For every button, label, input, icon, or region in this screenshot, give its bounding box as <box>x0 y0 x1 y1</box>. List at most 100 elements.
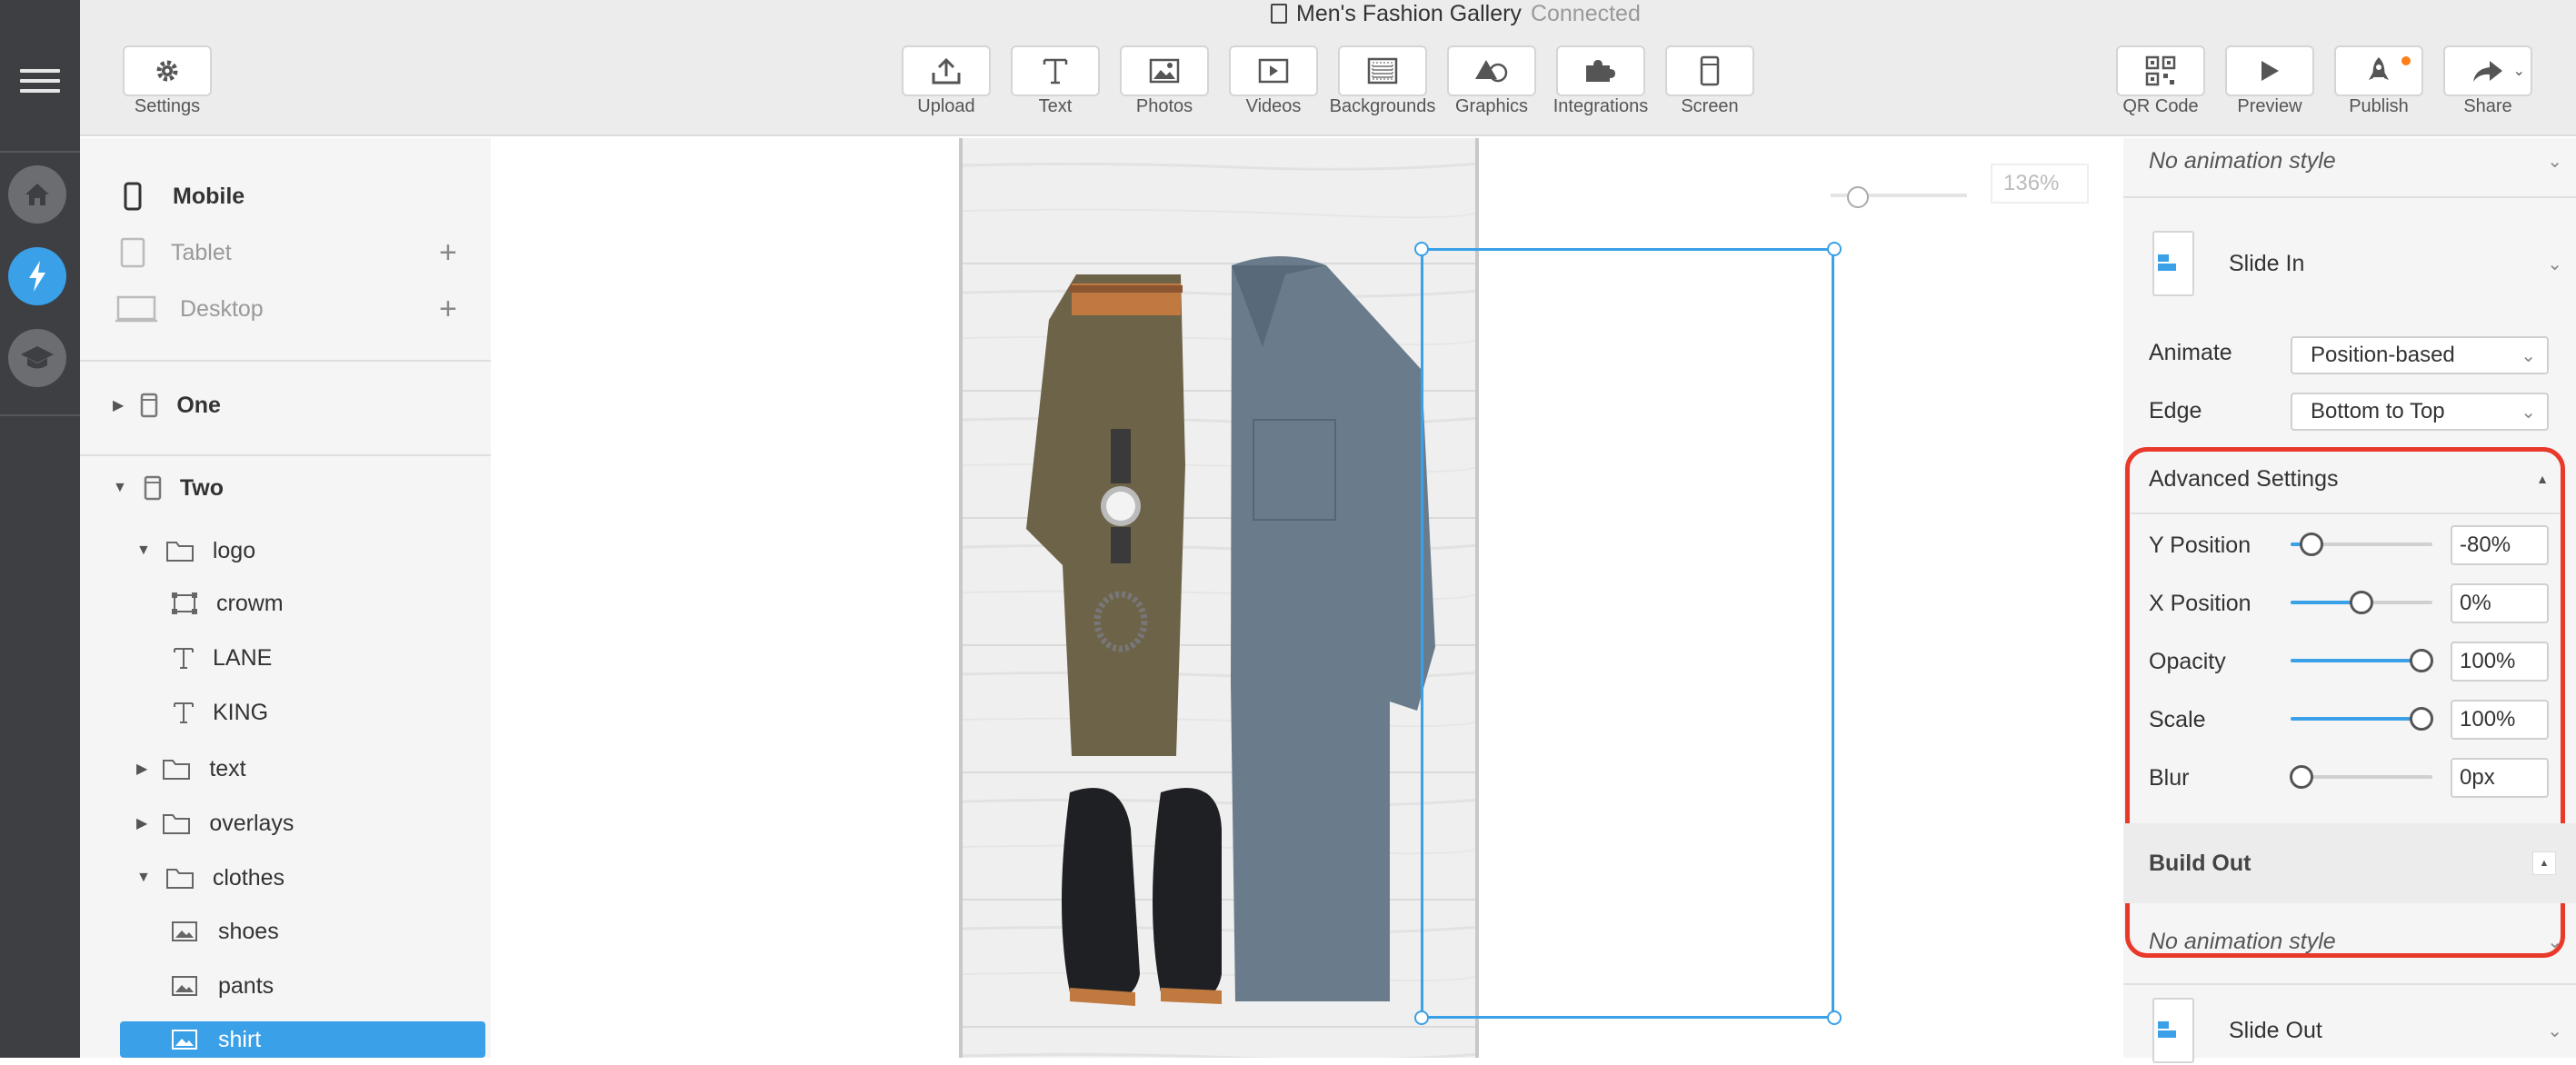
slider-handle[interactable] <box>2409 649 2433 672</box>
layer-king[interactable]: KING <box>80 686 491 739</box>
caret-down-icon[interactable]: ▼ <box>136 870 151 886</box>
slider-handle[interactable] <box>2350 591 2373 614</box>
resize-handle[interactable] <box>1827 242 1842 256</box>
caret-up-icon[interactable]: ▲ <box>2532 851 2556 875</box>
resize-handle[interactable] <box>1827 1010 1842 1025</box>
slider-handle[interactable] <box>2300 532 2324 556</box>
publish-button[interactable] <box>2334 45 2423 96</box>
build-out-header[interactable]: Build Out ▲ <box>2123 823 2576 903</box>
slide-out-row[interactable]: Slide Out ⌄ <box>2152 996 2562 1065</box>
layer-overlays[interactable]: ▶ overlays <box>80 797 491 850</box>
caret-right-icon[interactable]: ▶ <box>136 760 147 778</box>
caret-right-icon[interactable]: ▶ <box>113 396 124 414</box>
folder-icon <box>165 542 194 562</box>
caret-right-icon[interactable]: ▶ <box>136 814 147 832</box>
canvas-area[interactable]: 136% <box>491 138 2123 1058</box>
screen-one-row[interactable]: ▶ One <box>80 379 491 432</box>
layer-shirt[interactable]: shirt <box>120 1021 485 1058</box>
y-position-slider[interactable] <box>2291 531 2432 558</box>
layer-text[interactable]: ▶ text <box>80 742 491 795</box>
zoom-handle[interactable] <box>1847 186 1869 208</box>
build-out-label: Build Out <box>2149 850 2252 876</box>
screen-two-row[interactable]: ▼ Two <box>80 462 491 514</box>
shapes-icon <box>1475 60 1508 83</box>
graphics-button[interactable] <box>1447 45 1536 96</box>
upload-button[interactable] <box>902 45 991 96</box>
slider-fill <box>2291 717 2421 721</box>
slider-handle[interactable] <box>2290 765 2314 789</box>
qr-code-button[interactable] <box>2116 45 2205 96</box>
folder-icon <box>163 814 191 834</box>
resize-handle[interactable] <box>1414 1010 1429 1025</box>
slide-in-label: Slide In <box>2229 250 2305 276</box>
layer-text-label: text <box>209 755 246 781</box>
caret-down-icon[interactable]: ▼ <box>113 480 127 496</box>
graduation-cap-icon[interactable] <box>8 329 66 387</box>
x-position-slider[interactable] <box>2291 589 2432 616</box>
blur-input[interactable]: 0px <box>2451 758 2549 798</box>
animate-label: Animate <box>2149 340 2232 365</box>
panel-divider <box>2131 513 2560 514</box>
device-desktop[interactable]: Desktop + <box>80 283 491 335</box>
panel-divider <box>80 454 491 456</box>
zoom-slider[interactable] <box>1831 186 2009 208</box>
screen-icon <box>1700 55 1720 86</box>
lightning-icon[interactable] <box>8 247 66 305</box>
scale-slider[interactable] <box>2291 705 2433 732</box>
opacity-slider[interactable] <box>2291 647 2433 674</box>
zoom-value[interactable]: 136% <box>1991 164 2089 204</box>
selection-box[interactable] <box>1421 248 1834 1019</box>
slider-handle[interactable] <box>2409 707 2433 731</box>
x-position-input[interactable]: 0% <box>2451 583 2549 623</box>
screen-icon <box>141 393 158 418</box>
settings-label: Settings <box>134 96 201 116</box>
layer-shirt-label: shirt <box>218 1026 262 1052</box>
layer-pants[interactable]: pants <box>80 960 491 1012</box>
slide-in-row[interactable]: Slide In ⌄ <box>2152 229 2562 298</box>
play-icon <box>2261 61 2279 81</box>
photos-button[interactable] <box>1120 45 1209 96</box>
y-position-input[interactable]: -80% <box>2451 525 2549 565</box>
opacity-input[interactable]: 100% <box>2451 642 2549 682</box>
artboard[interactable] <box>959 138 1479 1058</box>
videos-button[interactable] <box>1229 45 1318 96</box>
animate-select[interactable]: Position-based ⌄ <box>2291 336 2549 374</box>
settings-button[interactable] <box>123 45 212 96</box>
blur-slider[interactable] <box>2290 763 2432 791</box>
preview-button[interactable] <box>2225 45 2314 96</box>
add-desktop-icon[interactable]: + <box>439 292 457 327</box>
document-title-bar: Men's Fashion Gallery Connected <box>1271 0 1641 27</box>
resize-handle[interactable] <box>1414 242 1429 256</box>
advanced-settings-header[interactable]: Advanced Settings ▲ <box>2149 456 2549 502</box>
x-position-label: X Position <box>2149 591 2252 616</box>
layer-crowm[interactable]: crowm <box>80 577 491 630</box>
home-icon[interactable] <box>8 165 66 224</box>
device-mobile[interactable]: Mobile <box>80 170 491 223</box>
image-icon <box>172 1030 197 1050</box>
hamburger-menu-icon[interactable] <box>20 69 60 93</box>
device-tablet[interactable]: Tablet + <box>80 226 491 279</box>
add-tablet-icon[interactable]: + <box>439 235 457 271</box>
video-icon <box>1258 58 1289 84</box>
advanced-settings-label: Advanced Settings <box>2149 465 2339 492</box>
layer-pants-label: pants <box>218 972 275 999</box>
caret-down-icon[interactable]: ▼ <box>136 542 151 559</box>
build-out-style-row[interactable]: No animation style ⌄ <box>2149 903 2562 980</box>
text-icon <box>174 648 194 669</box>
build-in-style-row[interactable]: No animation style ⌄ <box>2149 138 2562 184</box>
chevron-down-icon: ⌄ <box>2547 1020 2562 1041</box>
document-title[interactable]: Men's Fashion Gallery <box>1296 1 1522 27</box>
integrations-button[interactable] <box>1556 45 1645 96</box>
chevron-down-icon: ⌄ <box>2547 254 2562 274</box>
layer-clothes[interactable]: ▼ clothes <box>80 851 491 904</box>
layer-shoes[interactable]: shoes <box>80 905 491 958</box>
scale-input[interactable]: 100% <box>2451 700 2549 740</box>
layer-lane[interactable]: LANE <box>80 632 491 684</box>
layer-logo[interactable]: ▼ logo <box>80 524 491 577</box>
slide-out-thumbnail-icon <box>2152 998 2194 1063</box>
text-button[interactable] <box>1011 45 1100 96</box>
share-button[interactable]: ⌄ <box>2443 45 2532 96</box>
backgrounds-button[interactable] <box>1338 45 1427 96</box>
screen-button[interactable] <box>1665 45 1754 96</box>
edge-select[interactable]: Bottom to Top ⌄ <box>2291 393 2549 431</box>
